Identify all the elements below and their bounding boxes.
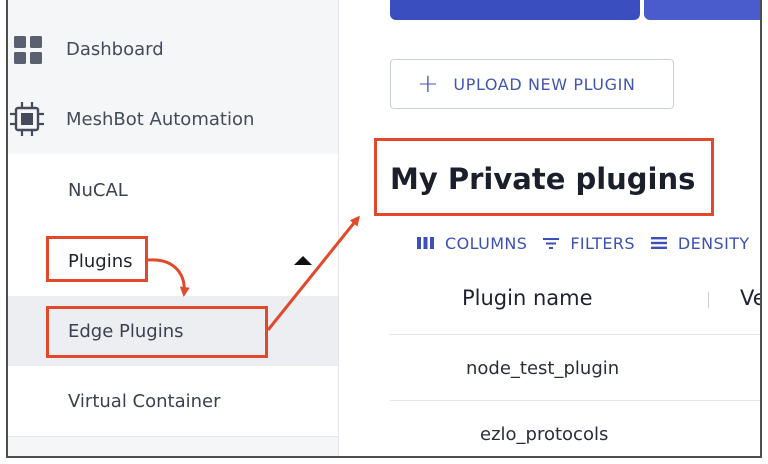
arrow-edge-to-title (266, 215, 360, 331)
app-window: Dashboard MeshBot Automation NuCAL Plugi… (6, 0, 762, 458)
arrow-plugins-to-edge (147, 258, 190, 297)
annotation-arrows (147, 215, 360, 331)
